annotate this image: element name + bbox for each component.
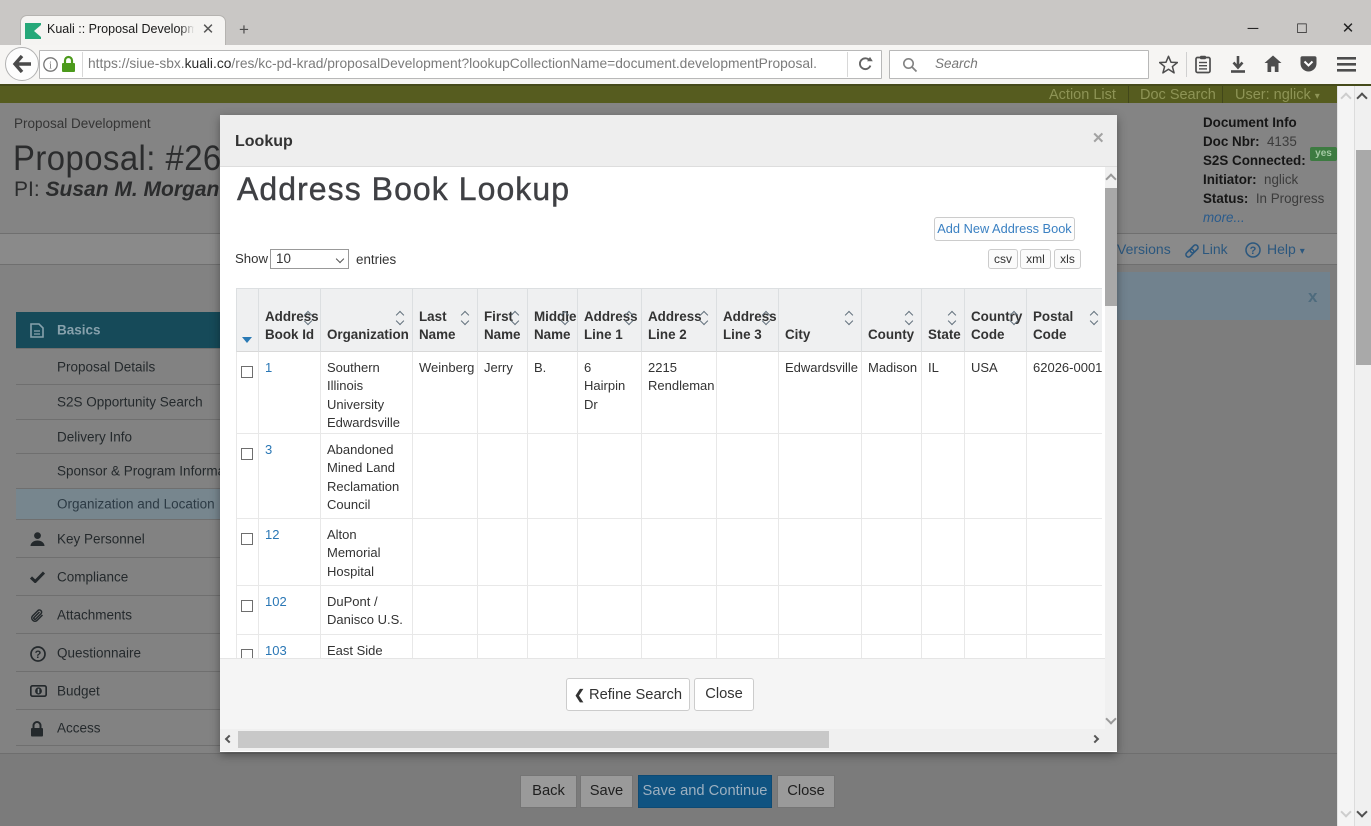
svg-text:?: ? (1250, 245, 1257, 257)
svg-text:i: i (49, 60, 52, 71)
svg-text:?: ? (35, 649, 42, 661)
